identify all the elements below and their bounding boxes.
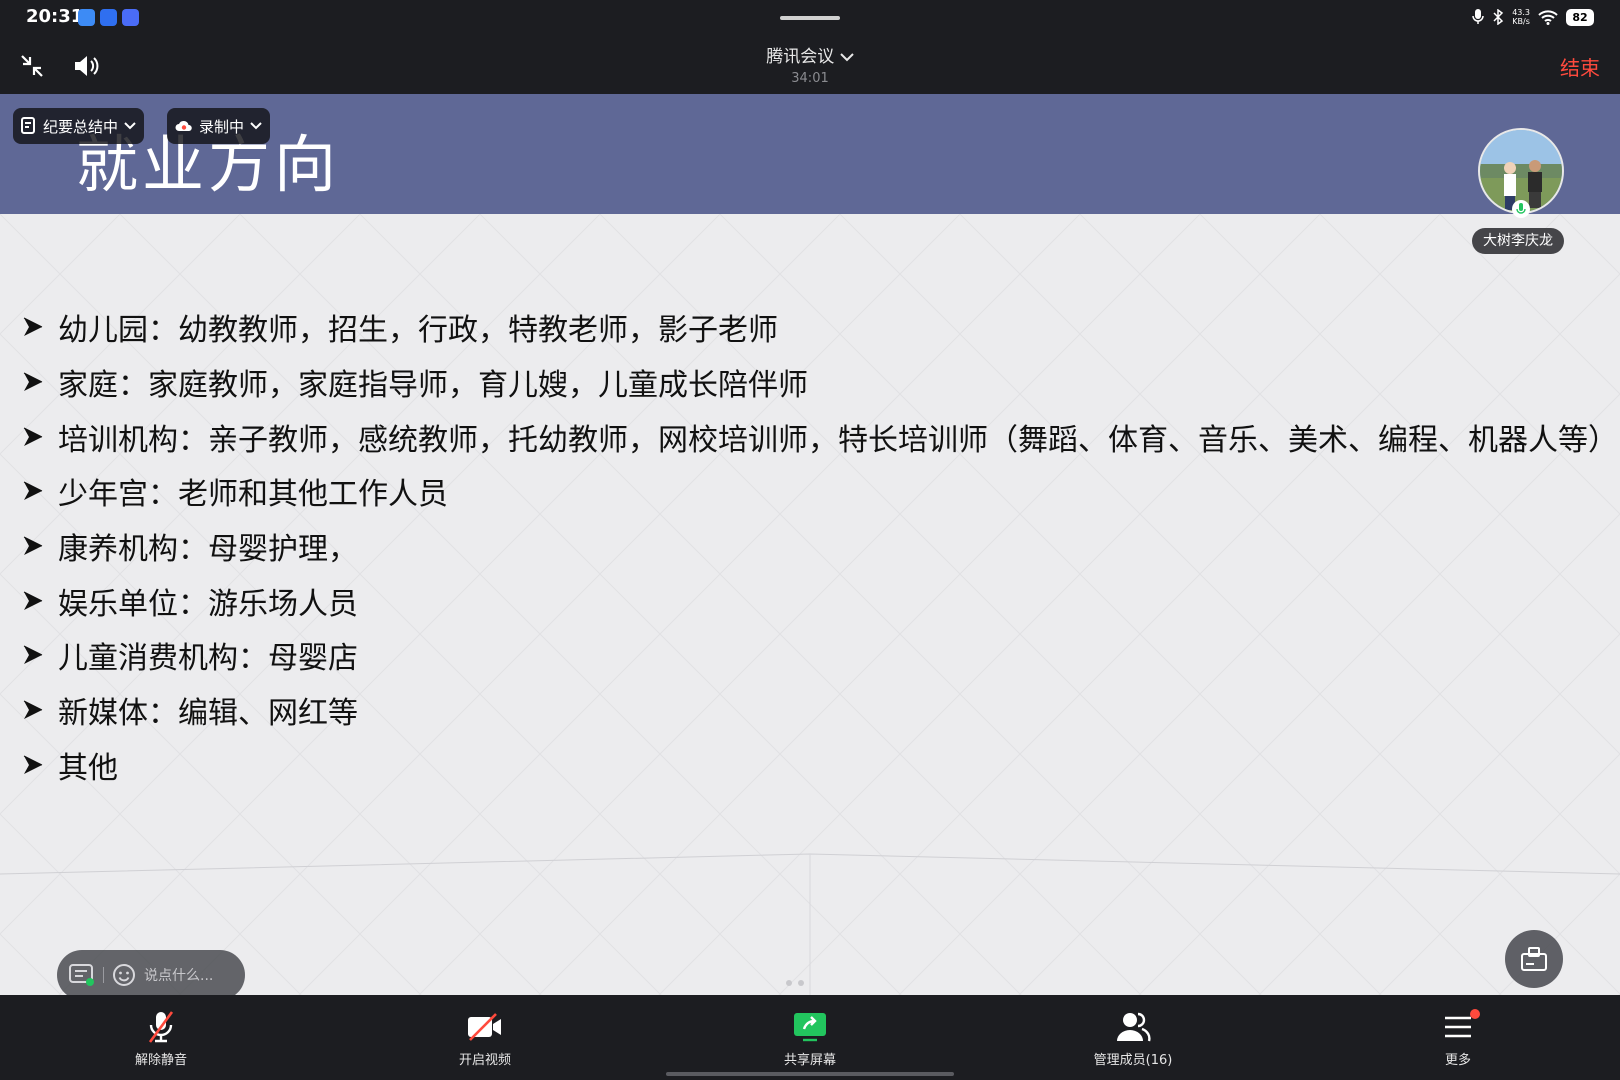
start-video-label: 开启视频 — [458, 1053, 511, 1068]
top-bar: 20:31 43.3 KB/s 82 腾讯会议 34:01 结束 — [0, 0, 1620, 94]
bullet-arrow-icon — [23, 700, 43, 720]
comment-placeholder: 说点什么... — [144, 968, 214, 984]
slide-bullet-text: 少年宫：老师和其他工作人员 — [58, 477, 448, 513]
slide-bullet: 娱乐单位：游乐场人员 — [22, 573, 1618, 628]
slide-bullet-text: 培训机构：亲子教师，感统教师，托幼教师，网校培训师，特长培训师（舞蹈、体育、音乐… — [58, 422, 1618, 458]
unmute-label: 解除静音 — [134, 1053, 187, 1068]
slide-bullet: 培训机构：亲子教师，感统教师，托幼教师，网校培训师，特长培训师（舞蹈、体育、音乐… — [22, 409, 1618, 464]
share-screen-icon — [794, 1013, 826, 1042]
start-video-button[interactable]: 开启视频 — [425, 1009, 545, 1068]
menu-icon — [1445, 1016, 1471, 1038]
emoji-icon[interactable] — [112, 963, 136, 987]
page-dot — [798, 980, 804, 986]
slide-bullet: 儿童消费机构：母婴店 — [22, 628, 1618, 683]
chevron-down-icon — [250, 122, 262, 130]
end-meeting-button[interactable]: 结束 — [1560, 52, 1600, 81]
bullet-arrow-icon — [23, 481, 43, 501]
bullet-arrow-icon — [23, 427, 43, 446]
speaker-name: 大树李庆龙 — [1472, 228, 1564, 254]
mic-muted-icon — [148, 1011, 174, 1043]
slide-bullet-list: 幼儿园：幼教教师，招生，行政，特教老师，影子老师 家庭：家庭教师，家庭指导师，育儿… — [22, 300, 1618, 792]
slide-bullet-text: 娱乐单位：游乐场人员 — [58, 586, 358, 622]
document-icon — [21, 117, 35, 134]
divider — [103, 967, 104, 983]
switch-layout-button[interactable] — [1505, 930, 1563, 988]
bullet-arrow-icon — [23, 591, 43, 610]
slide-bullet: 康养机构：母婴护理， — [22, 519, 1618, 574]
camera-off-icon — [468, 1013, 501, 1041]
more-label: 更多 — [1444, 1053, 1471, 1068]
mic-active-icon — [1512, 200, 1530, 218]
page-indicator — [786, 980, 804, 986]
members-icon — [1117, 1012, 1151, 1042]
status-time: 20:31 — [26, 6, 84, 27]
network-speed: 43.3 KB/s — [1512, 8, 1530, 26]
system-status: 43.3 KB/s 82 — [1472, 8, 1594, 26]
slide-bullet: 其他 — [22, 738, 1618, 793]
chevron-down-icon — [124, 122, 136, 130]
recording-status-chip[interactable]: 录制中 — [167, 108, 271, 144]
slide-bullet: 家庭：家庭教师，家庭指导师，育儿嫂，儿童成长陪伴师 — [22, 355, 1618, 410]
meeting-toolbar: 解除静音 开启视频 共享屏幕 管理成员(16) 更多 — [0, 995, 1620, 1080]
mic-status-icon — [1472, 9, 1484, 24]
manage-members-label: 管理成员(16) — [1093, 1053, 1173, 1068]
slide-bullet-text: 新媒体：编辑、网红等 — [58, 696, 358, 732]
cloud-record-icon — [175, 120, 192, 131]
speaker-video-tile[interactable] — [1478, 128, 1566, 218]
meeting-app-title: 腾讯会议 — [766, 47, 835, 67]
battery-indicator: 82 — [1566, 8, 1594, 26]
slide-bullet: 新媒体：编辑、网红等 — [22, 683, 1618, 738]
notification-badge — [1470, 1009, 1480, 1019]
window-grabber[interactable] — [780, 16, 840, 20]
notification-app-icon — [78, 9, 95, 26]
slide-bullet: 幼儿园：幼教教师，招生，行政，特教老师，影子老师 — [22, 300, 1618, 355]
bullet-arrow-icon — [23, 646, 43, 665]
slide-bullet-text: 家庭：家庭教师，家庭指导师，育儿嫂，儿童成长陪伴师 — [58, 368, 808, 404]
wifi-icon — [1538, 10, 1558, 25]
comment-input[interactable]: 说点什么... — [57, 950, 245, 995]
notification-app-icon — [100, 9, 117, 26]
bluetooth-icon — [1493, 9, 1504, 25]
chevron-down-icon — [839, 53, 854, 62]
unmute-button[interactable]: 解除静音 — [101, 1009, 221, 1068]
slide-bullet-text: 其他 — [58, 750, 118, 786]
summary-status-chip[interactable]: 纪要总结中 — [13, 108, 145, 144]
summary-status-label: 纪要总结中 — [43, 117, 119, 136]
slide-bullet-text: 儿童消费机构：母婴店 — [58, 641, 358, 677]
manage-members-button[interactable]: 管理成员(16) — [1073, 1009, 1193, 1068]
meeting-title[interactable]: 腾讯会议 — [0, 42, 1620, 67]
chat-list-icon — [69, 964, 94, 986]
slide-bullet: 少年宫：老师和其他工作人员 — [22, 464, 1618, 519]
bullet-arrow-icon — [23, 536, 43, 556]
meeting-elapsed-time: 34:01 — [791, 71, 829, 86]
notification-app-icon — [122, 9, 139, 26]
bullet-arrow-icon — [23, 372, 43, 392]
home-indicator — [666, 1072, 954, 1076]
recording-status-label: 录制中 — [199, 117, 245, 136]
bullet-arrow-icon — [23, 317, 43, 337]
shared-slide: 就业方向 纪要总结中 录制中 幼儿园：幼教教师，招生，行政，特教老师，影子老师家… — [0, 94, 1620, 995]
slide-bullet-text: 康养机构：母婴护理， — [58, 532, 358, 568]
share-screen-button[interactable]: 共享屏幕 — [750, 1009, 870, 1068]
share-screen-label: 共享屏幕 — [783, 1053, 836, 1068]
page-dot — [786, 980, 792, 986]
bullet-arrow-icon — [23, 755, 43, 774]
more-button[interactable]: 更多 — [1398, 1009, 1518, 1068]
slide-bullet-text: 幼儿园：幼教教师，招生，行政，特教老师，影子老师 — [58, 313, 778, 349]
layout-icon — [1521, 947, 1547, 971]
